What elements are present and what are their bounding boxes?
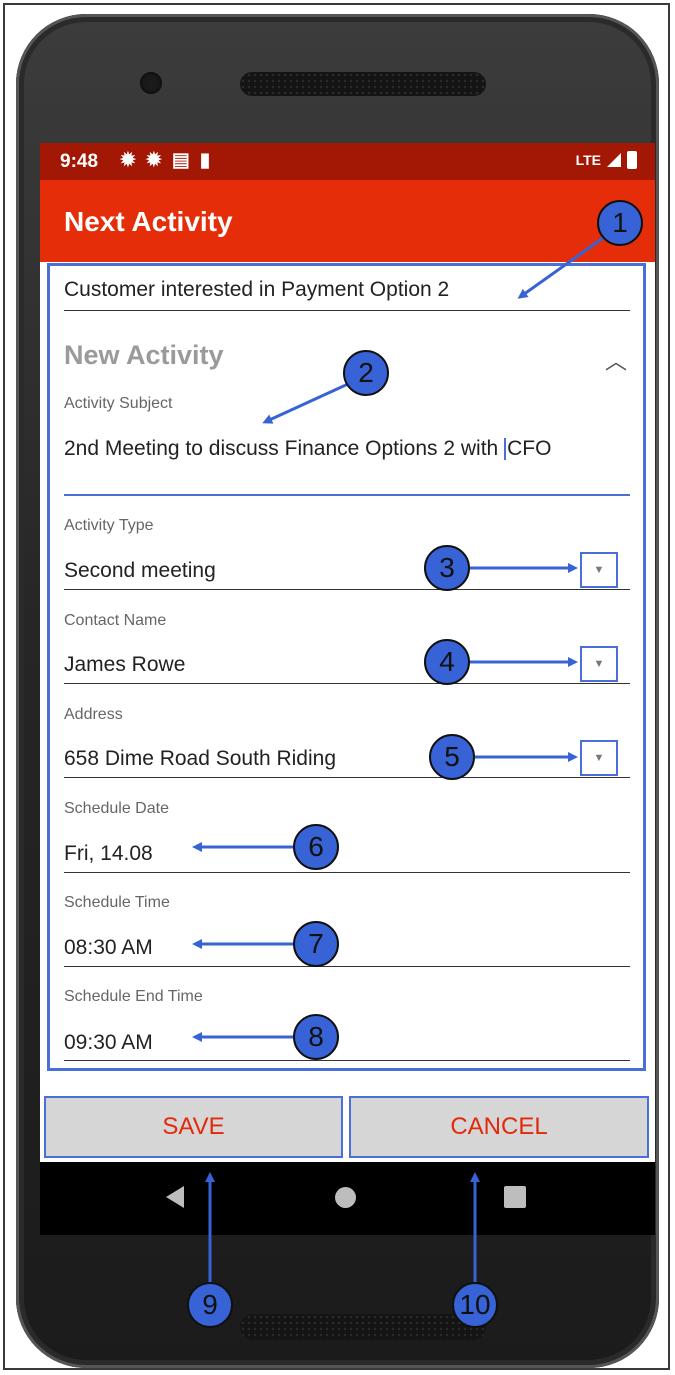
activity-subject-label: Activity Subject: [64, 395, 173, 412]
back-icon[interactable]: [166, 1186, 184, 1208]
recent-apps-icon[interactable]: [504, 1186, 526, 1208]
text-cursor: [504, 438, 507, 461]
field-underline: [64, 872, 630, 873]
schedule-date-field[interactable]: Fri, 14.08: [64, 842, 153, 866]
page-title: Next Activity: [64, 206, 233, 237]
field-underline: [64, 966, 630, 967]
field-underline: [64, 310, 630, 311]
callout-badge-3: 3: [424, 545, 470, 591]
contact-name-label: Contact Name: [64, 612, 167, 629]
subject-text-end: CFO: [507, 437, 552, 460]
chevron-down-icon: ▼: [593, 564, 605, 576]
schedule-end-time-label: Schedule End Time: [64, 988, 203, 1005]
callout-badge-1: 1: [597, 200, 643, 246]
chevron-down-icon: ▼: [593, 658, 605, 670]
action-buttons: SAVE CANCEL: [40, 1080, 655, 1162]
phone-screen: 9:48 ✹ ✹ ▤ ▮ LTE Next Activity Customer …: [40, 143, 655, 1235]
status-bar: 9:48 ✹ ✹ ▤ ▮ LTE: [40, 143, 655, 180]
activity-type-label: Activity Type: [64, 517, 154, 534]
signal-icon: [607, 153, 621, 167]
callout-badge-7: 7: [293, 921, 339, 967]
status-time: 9:48: [60, 151, 99, 172]
callout-badge-10: 10: [452, 1282, 498, 1328]
contact-name-select[interactable]: James Rowe: [64, 653, 185, 677]
activity-subject-input[interactable]: 2nd Meeting to discuss Finance Options 2…: [64, 437, 551, 461]
section-title: New Activity: [64, 340, 224, 370]
callout-badge-9: 9: [187, 1282, 233, 1328]
network-type: LTE: [575, 152, 601, 168]
front-camera: [140, 72, 162, 94]
chevron-down-icon: ▼: [593, 752, 605, 764]
callout-badge-8: 8: [293, 1014, 339, 1060]
subject-text: 2nd Meeting to discuss Finance Options 2…: [64, 437, 505, 460]
callout-badge-5: 5: [429, 734, 475, 780]
battery-icon: [627, 151, 637, 169]
home-icon[interactable]: [335, 1187, 356, 1208]
field-underline: [64, 777, 630, 778]
field-underline: [64, 1060, 630, 1061]
callout-badge-2: 2: [343, 350, 389, 396]
callout-badge-4: 4: [424, 639, 470, 685]
gear-icon: ✹: [145, 150, 162, 171]
bottom-speaker: [240, 1314, 486, 1340]
gear-icon: ✹: [120, 150, 136, 171]
app-bar: Next Activity: [40, 180, 655, 262]
schedule-end-time-field[interactable]: 09:30 AM: [64, 1031, 153, 1055]
card-icon: ▤: [171, 150, 190, 171]
field-underline: [64, 589, 630, 590]
sd-card-icon: ▮: [199, 150, 211, 171]
callout-badge-6: 6: [293, 824, 339, 870]
contact-name-dropdown-button[interactable]: ▼: [580, 646, 618, 682]
system-nav-bar: [40, 1162, 655, 1235]
activity-type-select[interactable]: Second meeting: [64, 559, 216, 583]
schedule-time-field[interactable]: 08:30 AM: [64, 936, 153, 960]
earpiece-speaker: [240, 72, 486, 96]
address-select[interactable]: 658 Dime Road South Riding: [64, 747, 336, 771]
chevron-up-icon[interactable]: ︿: [605, 344, 627, 376]
save-button[interactable]: SAVE: [44, 1096, 343, 1158]
focused-underline: [64, 494, 630, 496]
field-underline: [64, 683, 630, 684]
status-notification-icons: ✹ ✹ ▤ ▮: [120, 149, 210, 172]
cancel-button[interactable]: CANCEL: [349, 1096, 649, 1158]
schedule-time-label: Schedule Time: [64, 894, 170, 911]
schedule-date-label: Schedule Date: [64, 800, 169, 817]
address-dropdown-button[interactable]: ▼: [580, 740, 618, 776]
address-label: Address: [64, 706, 123, 723]
activity-type-dropdown-button[interactable]: ▼: [580, 552, 618, 588]
previous-activity-note[interactable]: Customer interested in Payment Option 2: [64, 278, 449, 302]
status-system-icons: LTE: [576, 151, 637, 169]
